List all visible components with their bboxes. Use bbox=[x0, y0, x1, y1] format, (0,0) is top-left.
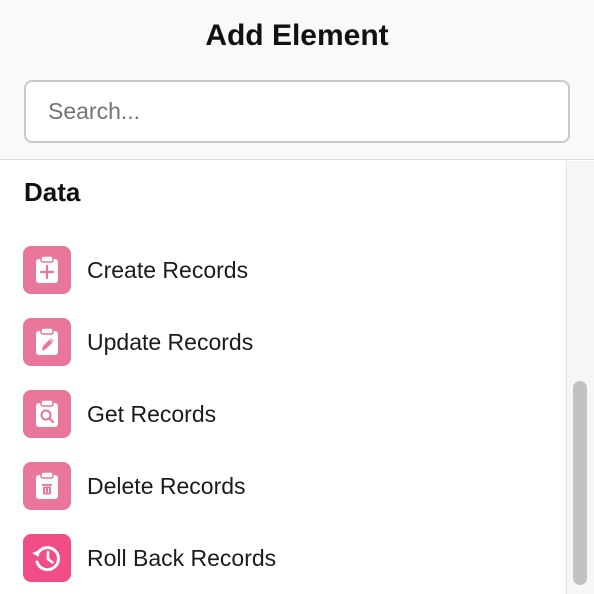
element-list: Data Create Records Update Records Get R… bbox=[0, 161, 566, 594]
section-title-data: Data bbox=[24, 177, 81, 207]
panel-title: Add Element bbox=[205, 19, 389, 52]
list-item-label: Create Records bbox=[87, 257, 249, 283]
search-input[interactable] bbox=[48, 82, 548, 141]
panel-header: Add Element bbox=[0, 0, 594, 160]
list-item-create-records[interactable]: Create Records bbox=[23, 246, 543, 296]
list-item-delete-records[interactable]: Delete Records bbox=[23, 462, 543, 512]
add-element-panel: Add Element Data Create Records bbox=[0, 0, 594, 594]
list-item-get-records[interactable]: Get Records bbox=[23, 390, 543, 440]
search-field[interactable] bbox=[24, 80, 570, 143]
clipboard-trash-icon bbox=[23, 462, 71, 510]
clipboard-plus-icon bbox=[23, 246, 71, 294]
clipboard-search-icon bbox=[23, 390, 71, 438]
list-item-label: Roll Back Records bbox=[87, 545, 277, 571]
scrollbar-track[interactable] bbox=[566, 161, 594, 594]
history-icon bbox=[23, 534, 71, 582]
list-item-update-records[interactable]: Update Records bbox=[23, 318, 543, 368]
scrollbar-thumb[interactable] bbox=[573, 381, 587, 585]
list-item-label: Get Records bbox=[87, 401, 217, 427]
list-item-label: Delete Records bbox=[87, 473, 246, 499]
list-item-label: Update Records bbox=[87, 329, 254, 355]
list-item-roll-back-records[interactable]: Roll Back Records bbox=[23, 534, 543, 584]
clipboard-pencil-icon bbox=[23, 318, 71, 366]
